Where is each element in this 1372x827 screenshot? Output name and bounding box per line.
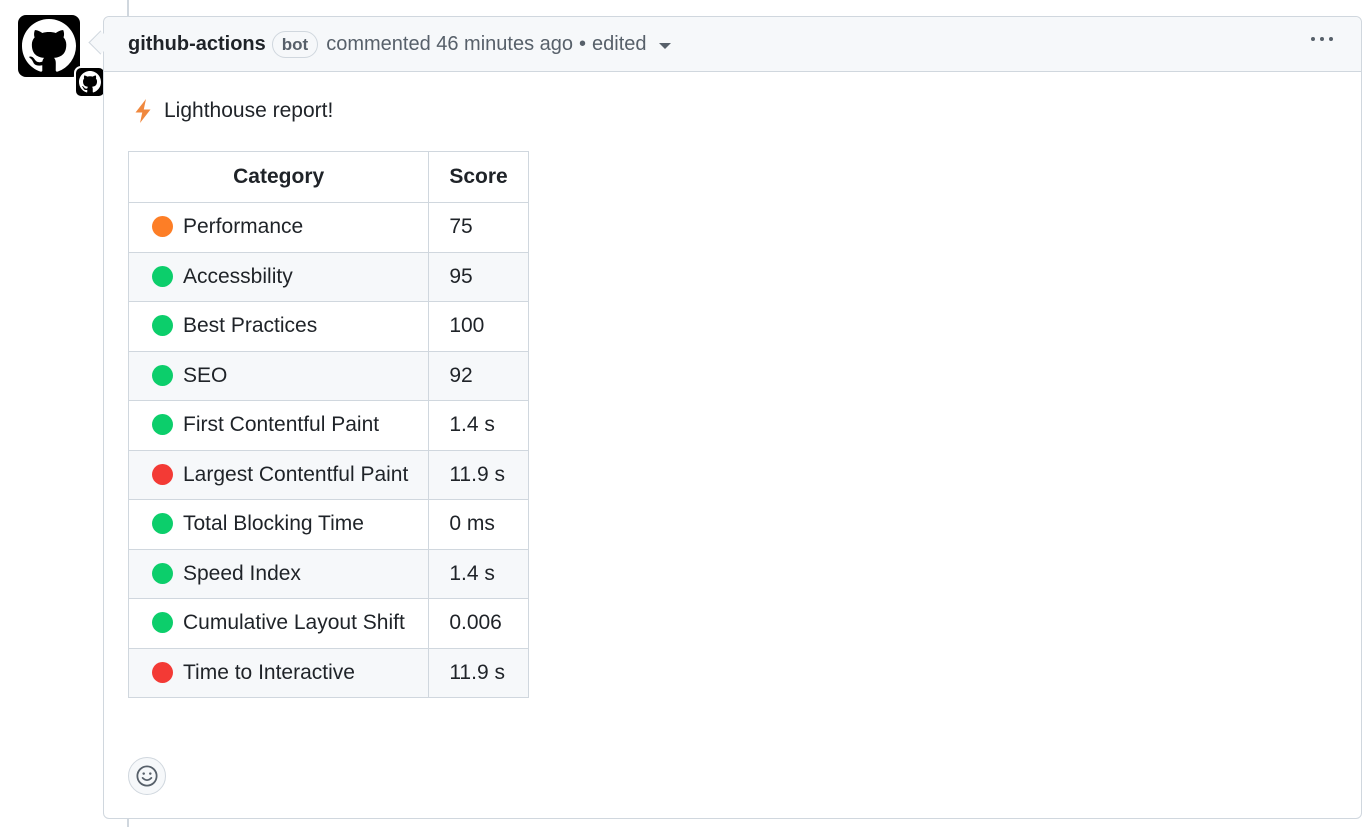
report-title: Lighthouse report!	[134, 99, 333, 123]
separator: •	[579, 32, 587, 55]
kebab-horizontal-icon[interactable]	[1311, 37, 1333, 41]
table-row: Speed Index 1.4 s	[127, 548, 529, 599]
category-label: Largest Contentful Paint	[183, 462, 409, 486]
comment-timestamp[interactable]: commented 46 minutes ago	[326, 33, 573, 56]
status-dot	[152, 562, 173, 584]
report-title-text: Lighthouse report!	[164, 99, 334, 122]
category-label: First Contentful Paint	[183, 413, 380, 437]
bot-badge: bot	[271, 30, 319, 58]
category-label: Performance	[183, 215, 304, 239]
chevron-down-icon[interactable]	[658, 43, 671, 49]
comment-box: github-actions bot commented 46 minutes …	[103, 16, 1362, 819]
status-dot	[152, 414, 173, 436]
add-reaction-button[interactable]	[128, 757, 166, 795]
table-row: Time to Interactive 11.9 s	[127, 647, 529, 698]
category-label: Total Blocking Time	[183, 512, 364, 536]
github-mark-icon	[79, 71, 101, 93]
table-row: Performance 75	[127, 202, 529, 253]
score-value: 0.006	[428, 598, 529, 649]
score-value: 11.9 s	[428, 647, 529, 698]
table-row: Cumulative Layout Shift 0.006	[127, 598, 529, 649]
category-label: Time to Interactive	[183, 660, 355, 684]
table-row: Accessbility 95	[127, 251, 529, 302]
status-dot	[152, 265, 173, 287]
category-label: Best Practices	[183, 314, 318, 338]
status-dot	[152, 364, 173, 386]
comment-header: github-actions bot commented 46 minutes …	[104, 17, 1361, 72]
score-value: 1.4 s	[428, 400, 529, 451]
scores-table: Category Score Performance 75 Accessbili…	[127, 151, 529, 698]
zap-icon	[135, 99, 151, 123]
score-value: 0 ms	[428, 499, 529, 550]
table-row: Total Blocking Time 0 ms	[127, 499, 529, 550]
category-label: Speed Index	[183, 561, 301, 585]
table-header-row: Category Score	[127, 151, 529, 203]
score-value: 95	[428, 251, 529, 302]
status-dot	[152, 612, 173, 634]
smiley-icon	[136, 765, 158, 787]
score-value: 11.9 s	[428, 449, 529, 500]
table-row: First Contentful Paint 1.4 s	[127, 400, 529, 451]
table-row: SEO 92	[127, 350, 529, 401]
status-dot	[152, 513, 173, 535]
column-header-category: Category	[127, 151, 430, 203]
category-label: Cumulative Layout Shift	[183, 611, 405, 635]
table-row: Largest Contentful Paint 11.9 s	[127, 449, 529, 500]
score-value: 1.4 s	[428, 548, 529, 599]
score-value: 92	[428, 350, 529, 401]
table-row: Best Practices 100	[127, 301, 529, 352]
score-value: 100	[428, 301, 529, 352]
score-value: 75	[428, 202, 529, 253]
status-dot	[152, 315, 173, 337]
app-badge	[74, 66, 106, 98]
category-label: Accessbility	[183, 264, 293, 288]
author-link[interactable]: github-actions	[128, 33, 266, 56]
category-label: SEO	[183, 363, 228, 387]
status-dot	[152, 463, 173, 485]
github-logo-icon	[22, 19, 76, 72]
avatar[interactable]	[18, 15, 106, 98]
edited-label[interactable]: edited	[592, 33, 647, 56]
column-header-score: Score	[428, 151, 529, 203]
status-dot	[152, 216, 173, 238]
status-dot	[152, 661, 173, 683]
